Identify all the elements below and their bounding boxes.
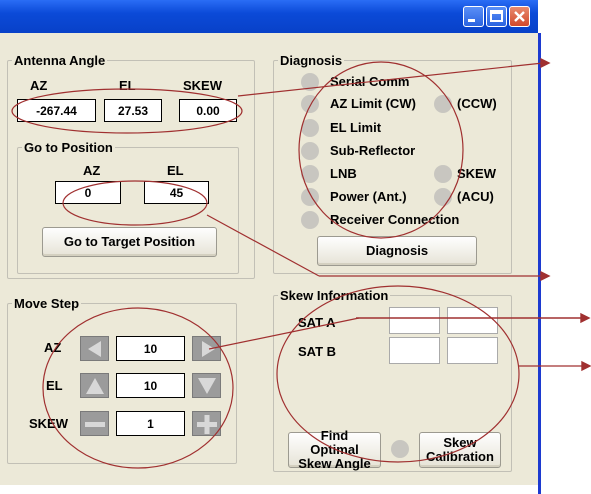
power-ant-indicator (301, 188, 319, 206)
arrowhead-icon (540, 57, 551, 69)
goto-az-label: AZ (83, 163, 101, 178)
skew-status-indicator (391, 440, 409, 458)
sat-a-field-1 (389, 307, 440, 334)
minus-icon (85, 422, 105, 427)
az-increase-button[interactable] (192, 336, 221, 361)
skew-step-input[interactable]: 1 (116, 411, 185, 436)
el-limit-label: EL Limit (330, 120, 382, 135)
antenna-el-value: 27.53 (104, 99, 162, 122)
el-limit-indicator (301, 119, 319, 137)
receiver-connection-label: Receiver Connection (330, 212, 460, 227)
el-step-input[interactable]: 10 (116, 373, 185, 398)
minimize-button[interactable] (463, 6, 484, 27)
diagnosis-title: Diagnosis (280, 53, 343, 68)
skew-decrease-button[interactable] (80, 411, 109, 436)
arrow-right-icon (202, 341, 215, 357)
application-window: Antenna Angle AZ EL SKEW -267.44 27.53 0… (0, 0, 538, 485)
skew-increase-button[interactable] (192, 411, 221, 436)
az-decrease-button[interactable] (80, 336, 109, 361)
power-acu-indicator (434, 188, 452, 206)
sat-b-field-1 (389, 337, 440, 364)
move-el-label: EL (46, 378, 63, 393)
antenna-el-label: EL (119, 78, 136, 93)
lnb-indicator (301, 165, 319, 183)
sub-reflector-indicator (301, 142, 319, 160)
find-optimal-skew-angle-button[interactable]: Find Optimal Skew Angle (288, 429, 381, 471)
goto-el-input[interactable]: 45 (144, 181, 209, 204)
goto-el-label: EL (167, 163, 184, 178)
antenna-skew-value: 0.00 (179, 99, 237, 122)
skew-indicator (434, 165, 452, 183)
arrowhead-icon (540, 270, 551, 282)
serial-comm-indicator (301, 73, 319, 91)
skew-calibration-button[interactable]: Skew Calibration (419, 432, 501, 468)
az-limit-cw-label: AZ Limit (CW) (330, 96, 416, 111)
az-limit-ccw-label: (CCW) (457, 96, 497, 111)
power-ant-label: Power (Ant.) (330, 189, 407, 204)
move-step-title: Move Step (14, 296, 80, 311)
az-limit-cw-indicator (301, 95, 319, 113)
move-skew-label: SKEW (29, 416, 68, 431)
sat-b-field-2 (447, 337, 498, 364)
sat-a-field-2 (447, 307, 498, 334)
close-icon (514, 11, 525, 22)
el-decrease-button[interactable] (192, 373, 221, 398)
arrow-down-icon (198, 378, 216, 394)
move-az-label: AZ (44, 340, 62, 355)
arrow-left-icon (88, 341, 101, 357)
antenna-angle-title: Antenna Angle (14, 53, 106, 68)
receiver-connection-indicator (301, 211, 319, 229)
sub-reflector-label: Sub-Reflector (330, 143, 416, 158)
lnb-label: LNB (330, 166, 357, 181)
title-bar (0, 0, 538, 33)
plus-icon (197, 415, 217, 434)
diagnosis-button[interactable]: Diagnosis (317, 236, 477, 266)
go-to-position-title: Go to Position (24, 140, 113, 155)
arrow-up-icon (86, 378, 104, 394)
skew-status-label: SKEW (457, 166, 496, 181)
close-button[interactable] (509, 6, 530, 27)
maximize-button[interactable] (486, 6, 507, 27)
maximize-icon (490, 10, 503, 22)
arrowhead-icon (581, 360, 591, 372)
power-acu-label: (ACU) (457, 189, 494, 204)
el-increase-button[interactable] (80, 373, 109, 398)
serial-comm-label: Serial Comm (330, 74, 410, 89)
skew-information-title: Skew Information (280, 288, 389, 303)
az-step-input[interactable]: 10 (116, 336, 185, 361)
antenna-skew-label: SKEW (183, 78, 222, 93)
az-limit-ccw-indicator (434, 95, 452, 113)
antenna-az-label: AZ (30, 78, 48, 93)
go-to-target-position-button[interactable]: Go to Target Position (42, 227, 217, 257)
goto-az-input[interactable]: 0 (55, 181, 121, 204)
sat-a-label: SAT A (298, 315, 336, 330)
antenna-az-value: -267.44 (17, 99, 96, 122)
arrowhead-icon (580, 312, 591, 324)
window-border (538, 33, 541, 494)
sat-b-label: SAT B (298, 344, 337, 359)
minimize-icon (468, 19, 475, 22)
